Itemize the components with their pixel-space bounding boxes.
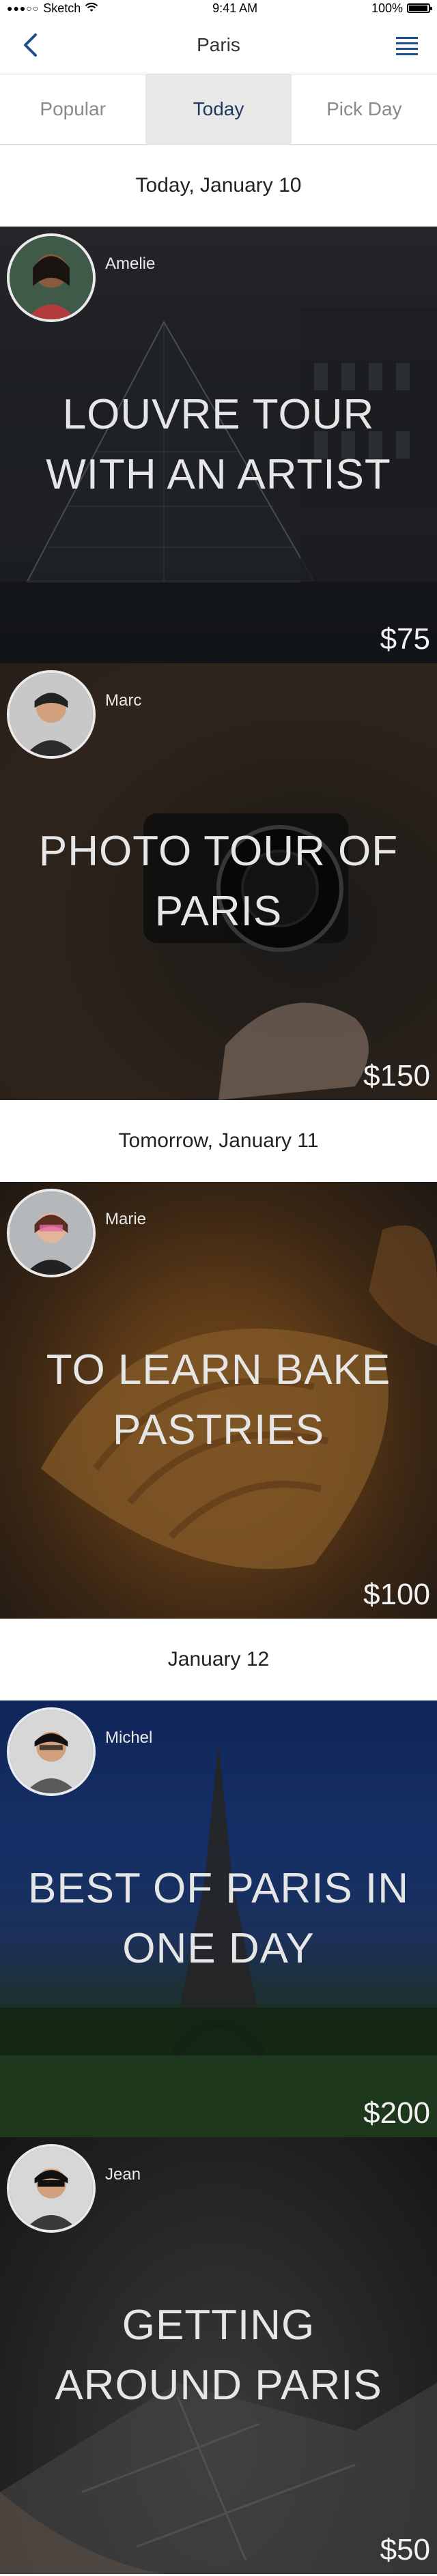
tab-popular[interactable]: Popular: [0, 74, 145, 144]
tab-pick-day[interactable]: Pick Day: [292, 74, 437, 144]
status-right: 100%: [371, 1, 432, 16]
tour-card-louvre[interactable]: Amelie LOUVRE TOUR WITH AN ARTIST $75: [0, 227, 437, 663]
back-button[interactable]: [14, 29, 46, 61]
tour-title: TO LEARN BAKE PASTRIES: [46, 1346, 391, 1453]
tour-title: LOUVRE TOUR WITH AN ARTIST: [46, 391, 391, 498]
carrier-label: Sketch: [43, 1, 81, 15]
tour-card-getting-around[interactable]: Jean GETTING AROUND PARIS $50: [0, 2137, 437, 2574]
tour-title: GETTING AROUND PARIS: [55, 2302, 382, 2409]
status-time: 9:41 AM: [212, 1, 258, 15]
status-left: ●●●○○ Sketch: [7, 1, 98, 16]
app-screen: ●●●○○ Sketch 9:41 AM 100% Paris Popular …: [0, 0, 437, 2576]
date-header: Today, January 10: [135, 174, 302, 197]
battery-icon: [407, 3, 432, 13]
tour-title: PHOTO TOUR OF PARIS: [38, 828, 399, 935]
wifi-icon: [85, 1, 98, 16]
tour-price: $100: [363, 1578, 430, 1611]
segmented-tabs: Popular Today Pick Day: [0, 74, 437, 145]
nav-bar: Paris: [0, 16, 437, 74]
status-bar: ●●●○○ Sketch 9:41 AM 100%: [0, 0, 437, 16]
tour-card-eiffel[interactable]: Michel BEST OF PARIS IN ONE DAY $200: [0, 1701, 437, 2137]
date-header: Tomorrow, January 11: [118, 1129, 319, 1152]
tour-title: BEST OF PARIS IN ONE DAY: [27, 1865, 410, 1972]
tour-card-photo[interactable]: Marc PHOTO TOUR OF PARIS $150: [0, 663, 437, 1100]
tab-today[interactable]: Today: [145, 74, 292, 144]
menu-button[interactable]: [391, 29, 423, 61]
tour-price: $150: [363, 1059, 430, 1092]
chevron-left-icon: [24, 33, 37, 57]
date-header: January 12: [167, 1648, 270, 1670]
page-title: Paris: [197, 34, 240, 55]
battery-percent: 100%: [371, 1, 403, 15]
tour-card-pastry[interactable]: Marie TO LEARN BAKE PASTRIES $100: [0, 1182, 437, 1619]
hamburger-menu-icon: [395, 37, 418, 55]
signal-dots-icon: ●●●○○: [7, 3, 40, 14]
tour-price: $50: [380, 2533, 430, 2566]
tour-price: $75: [380, 622, 430, 656]
tour-price: $200: [363, 2096, 430, 2130]
